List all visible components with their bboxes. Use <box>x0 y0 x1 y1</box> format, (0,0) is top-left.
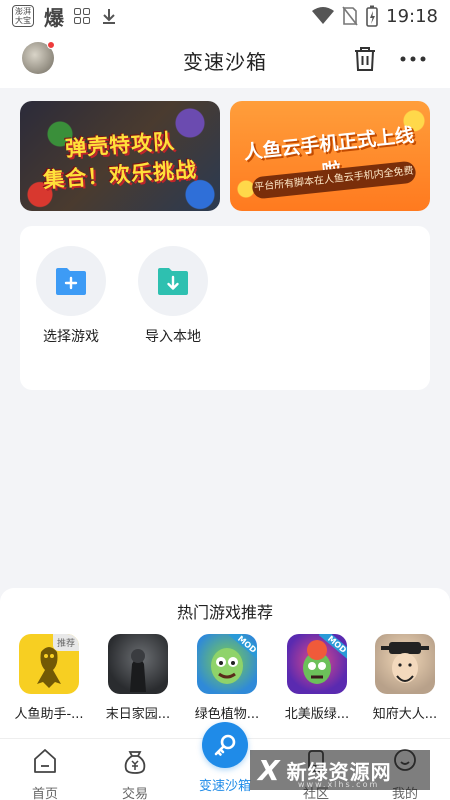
home-icon <box>34 749 56 773</box>
na-zombie-game-icon: MOD <box>287 634 347 694</box>
banner-survivor-event[interactable]: 弹壳特攻队 集合！欢乐挑战 <box>20 101 220 211</box>
trash-icon[interactable] <box>351 45 379 73</box>
select-game-label: 选择游戏 <box>43 329 99 345</box>
battery-icon <box>366 5 378 27</box>
game-item[interactable]: 末日家园... <box>101 634 175 722</box>
game-name: 人鱼助手-... <box>14 707 84 722</box>
game-item[interactable]: MOD 绿色植物... <box>190 634 264 722</box>
magistrate-game-icon <box>375 634 435 694</box>
zombie-plants-game-icon: MOD <box>197 634 257 694</box>
hot-games-panel: 热门游戏推荐 推荐 人鱼助手-... 末日家园... MOD 绿色植物... M… <box>0 588 450 738</box>
game-name: 绿色植物... <box>194 707 260 722</box>
speed-key-icon <box>214 734 236 756</box>
app-notification-icon: 澎湃大宝 <box>12 5 34 27</box>
trade-icon <box>124 751 146 774</box>
no-sim-icon <box>342 6 358 26</box>
speed-sandbox-fab[interactable] <box>202 722 248 768</box>
more-icon[interactable] <box>398 45 428 73</box>
nav-item-trade[interactable]: 交易 <box>100 747 170 800</box>
game-item[interactable]: 推荐 人鱼助手-... <box>12 634 86 722</box>
banner-cloud-phone[interactable]: 人鱼云手机正式上线啦 平台所有脚本在人鱼云手机内全免费 <box>230 101 430 211</box>
folder-add-icon <box>56 268 86 295</box>
game-name: 北美版绿... <box>284 707 350 722</box>
clock: 19:18 <box>386 5 438 27</box>
nav-label-trade: 交易 <box>121 787 148 800</box>
import-local-button[interactable]: 导入本地 <box>128 246 218 346</box>
game-item[interactable]: 知府大人... <box>368 634 442 722</box>
nav-label-home: 首页 <box>31 787 58 800</box>
recommend-tag: 推荐 <box>52 634 79 651</box>
status-bar: 澎湃大宝 爆 19:18 <box>0 0 450 32</box>
bao-notification-icon: 爆 <box>44 5 64 30</box>
sandbox-actions-card: 选择游戏 导入本地 <box>20 226 430 390</box>
select-game-button[interactable]: 选择游戏 <box>26 246 116 346</box>
folder-import-icon <box>158 268 188 295</box>
page-title: 变速沙箱 <box>183 50 267 74</box>
game-name: 知府大人... <box>372 707 438 722</box>
wifi-icon <box>312 7 335 24</box>
watermark-logo-icon: Ⅹ <box>258 753 281 787</box>
doomsday-game-icon <box>108 634 168 694</box>
nav-item-home[interactable]: 首页 <box>10 747 80 800</box>
mermaid-game-icon: 推荐 <box>19 634 79 694</box>
game-item[interactable]: MOD 北美版绿... <box>280 634 354 722</box>
import-local-label: 导入本地 <box>145 329 201 345</box>
watermark: Ⅹ 新绿资源网 www.xlhs.com <box>250 750 430 790</box>
download-icon <box>103 9 115 24</box>
hot-games-title: 热门游戏推荐 <box>176 603 273 622</box>
app-header: 变速沙箱 <box>0 32 450 88</box>
watermark-url: www.xlhs.com <box>298 780 380 789</box>
grid-notification-icon <box>74 8 90 24</box>
game-name: 末日家园... <box>105 707 171 722</box>
